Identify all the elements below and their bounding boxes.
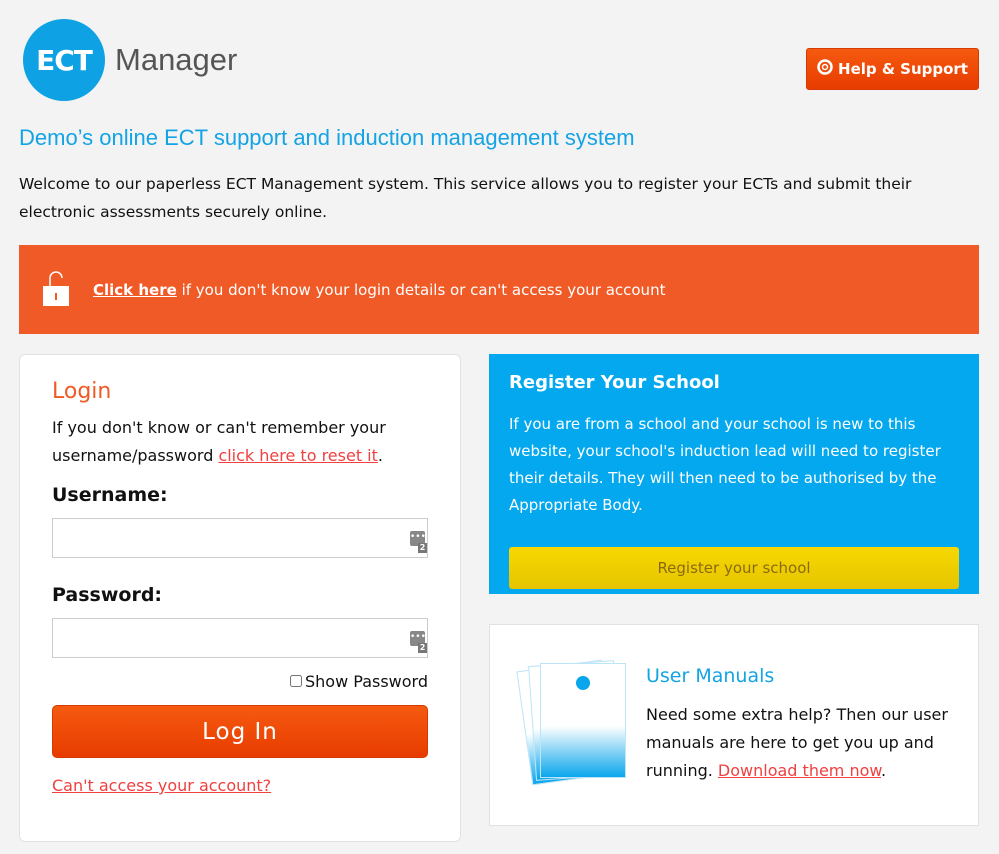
download-manuals-link[interactable]: Download them now (718, 761, 881, 780)
logo-text: Manager (115, 42, 238, 77)
click-here-link[interactable]: Click here (93, 281, 177, 299)
reset-link[interactable]: click here to reset it (218, 446, 377, 465)
user-manuals-panel: User Manuals Need some extra help? Then … (489, 624, 979, 826)
register-title: Register Your School (509, 372, 720, 393)
login-help-banner: Click here if you don't know your login … (19, 245, 979, 334)
reset-suffix: . (377, 446, 383, 465)
cant-access-link[interactable]: Can't access your account? (52, 776, 428, 795)
show-password-label: Show Password (305, 672, 428, 691)
password-manager-icon[interactable]: ••• 2 (410, 631, 427, 653)
show-password-checkbox[interactable] (290, 675, 302, 687)
username-label: Username: (52, 484, 168, 506)
username-input[interactable]: ••• 2 (52, 518, 428, 558)
password-manager-badge: 2 (418, 643, 427, 653)
login-button[interactable]: Log In (52, 705, 428, 758)
login-panel: Login If you don't know or can't remembe… (19, 354, 461, 842)
unlock-icon (43, 270, 69, 310)
password-input[interactable]: ••• 2 (52, 618, 428, 658)
password-manager-badge: 2 (418, 543, 427, 553)
password-label: Password: (52, 584, 163, 606)
lifebuoy-icon (817, 59, 833, 79)
page-title: Demo’s online ECT support and induction … (19, 125, 635, 150)
register-text: If you are from a school and your school… (509, 415, 941, 514)
password-manager-icon[interactable]: ••• 2 (410, 531, 427, 553)
help-support-button[interactable]: Help & Support (806, 48, 979, 90)
register-school-button[interactable]: Register your school (509, 547, 959, 589)
login-title: Login (52, 379, 112, 404)
manuals-suffix: . (881, 761, 887, 780)
logo[interactable]: ECT Manager (23, 19, 237, 101)
help-support-label: Help & Support (838, 60, 968, 78)
banner-text: if you don't know your login details or … (176, 280, 666, 299)
logo-mark: ECT (23, 19, 105, 101)
manuals-title: User Manuals (646, 665, 775, 687)
intro-text: Welcome to our paperless ECT Management … (19, 175, 912, 221)
register-panel: Register Your School If you are from a s… (489, 354, 979, 594)
